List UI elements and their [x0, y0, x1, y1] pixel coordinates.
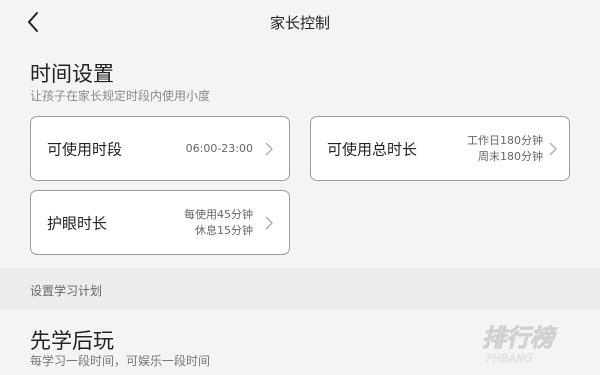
- study-plan-section-label: 设置学习计划: [30, 284, 103, 298]
- usable-period-value: 06:00-23:00: [185, 141, 253, 155]
- top-bar: 家长控制: [0, 0, 600, 46]
- chevron-right-icon: [265, 141, 273, 156]
- watermark-subtext: PHBANG: [486, 352, 533, 365]
- rest-interval: 休息15分钟: [195, 223, 253, 237]
- usable-total-duration-card[interactable]: 可使用总时长 工作日180分钟 周末180分钟: [310, 116, 570, 181]
- page-title: 家长控制: [269, 14, 330, 32]
- chevron-right-icon: [549, 141, 557, 156]
- usage-interval: 每使用45分钟: [184, 207, 253, 221]
- workday-duration: 工作日180分钟: [467, 133, 543, 147]
- usable-total-duration-value: 工作日180分钟 周末180分钟: [467, 133, 543, 165]
- eye-protection-label: 护眼时长: [47, 214, 108, 232]
- usable-period-card[interactable]: 可使用时段 06:00-23:00: [30, 116, 290, 181]
- usable-period-label: 可使用时段: [47, 140, 123, 158]
- chevron-right-icon: [265, 215, 273, 230]
- eye-protection-value: 每使用45分钟 休息15分钟: [184, 207, 253, 239]
- time-settings-subtitle: 让孩子在家长规定时段内使用小度: [30, 89, 211, 103]
- weekend-duration: 周末180分钟: [478, 149, 543, 163]
- study-first-subtitle: 每学习一段时间，可娱乐一段时间: [30, 354, 211, 368]
- time-settings-title: 时间设置: [30, 62, 114, 86]
- watermark-logo: 排行榜 PHBANG: [482, 324, 559, 366]
- eye-protection-card[interactable]: 护眼时长 每使用45分钟 休息15分钟: [30, 190, 290, 255]
- usable-total-duration-label: 可使用总时长: [327, 140, 418, 158]
- study-first-title[interactable]: 先学后玩: [30, 325, 114, 355]
- watermark-text: 排行榜: [482, 324, 558, 352]
